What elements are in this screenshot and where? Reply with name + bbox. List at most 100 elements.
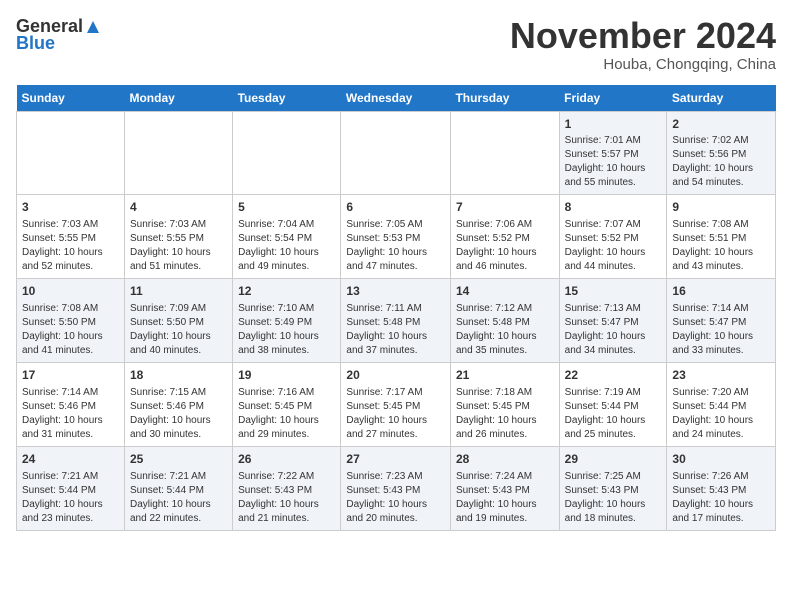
weekday-header-thursday: Thursday	[450, 85, 559, 112]
day-info: Sunrise: 7:08 AMSunset: 5:50 PMDaylight:…	[22, 302, 119, 358]
day-number: 30	[672, 451, 770, 468]
day-number: 18	[130, 367, 227, 384]
day-number: 12	[238, 283, 335, 300]
calendar-week-2: 3Sunrise: 7:03 AMSunset: 5:55 PMDaylight…	[17, 195, 776, 279]
calendar-day-cell: 24 Sunrise: 7:21 AMSunset: 5:44 PMDayligh…	[17, 446, 125, 530]
day-info: Sunrise: 7:01 AMSunset: 5:57 PMDaylight:…	[565, 134, 662, 190]
calendar-day-cell: 6Sunrise: 7:05 AMSunset: 5:53 PMDaylight…	[341, 195, 451, 279]
calendar-day-cell: 22 Sunrise: 7:19 AMSunset: 5:44 PMDayligh…	[559, 362, 667, 446]
day-info: Sunrise: 7:09 AMSunset: 5:50 PMDaylight:…	[130, 302, 227, 358]
day-number: 29	[565, 451, 662, 468]
day-info: Sunrise: 7:17 AMSunset: 5:45 PMDaylight:…	[346, 386, 445, 442]
weekday-header-friday: Friday	[559, 85, 667, 112]
page-header: General Blue November 2024 Houba, Chongq…	[16, 16, 776, 73]
day-info: Sunrise: 7:03 AMSunset: 5:55 PMDaylight:…	[130, 218, 227, 274]
day-info: Sunrise: 7:14 AMSunset: 5:47 PMDaylight:…	[672, 302, 770, 358]
calendar-day-cell: 13 Sunrise: 7:11 AMSunset: 5:48 PMDayligh…	[341, 279, 451, 363]
calendar-day-cell: 17Sunrise: 7:14 AMSunset: 5:46 PMDayligh…	[17, 362, 125, 446]
calendar-day-cell: 12 Sunrise: 7:10 AMSunset: 5:49 PMDayligh…	[233, 279, 341, 363]
logo: General Blue	[16, 16, 101, 54]
calendar-table: SundayMondayTuesdayWednesdayThursdayFrid…	[16, 85, 776, 531]
day-info: Sunrise: 7:16 AMSunset: 5:45 PMDaylight:…	[238, 386, 335, 442]
calendar-day-cell: 9 Sunrise: 7:08 AMSunset: 5:51 PMDaylight…	[667, 195, 776, 279]
calendar-day-cell: 8 Sunrise: 7:07 AMSunset: 5:52 PMDaylight…	[559, 195, 667, 279]
calendar-day-cell: 5 Sunrise: 7:04 AMSunset: 5:54 PMDaylight…	[233, 195, 341, 279]
day-info: Sunrise: 7:25 AMSunset: 5:43 PMDaylight:…	[565, 470, 662, 526]
day-number: 2	[672, 116, 770, 133]
calendar-day-cell: 25 Sunrise: 7:21 AMSunset: 5:44 PMDayligh…	[124, 446, 232, 530]
day-info: Sunrise: 7:19 AMSunset: 5:44 PMDaylight:…	[565, 386, 662, 442]
day-info: Sunrise: 7:02 AMSunset: 5:56 PMDaylight:…	[672, 134, 770, 190]
day-number: 15	[565, 283, 662, 300]
day-info: Sunrise: 7:10 AMSunset: 5:49 PMDaylight:…	[238, 302, 335, 358]
day-number: 6	[346, 199, 445, 216]
day-number: 9	[672, 199, 770, 216]
day-number: 19	[238, 367, 335, 384]
calendar-day-cell: 29 Sunrise: 7:25 AMSunset: 5:43 PMDayligh…	[559, 446, 667, 530]
day-number: 28	[456, 451, 554, 468]
day-number: 22	[565, 367, 662, 384]
day-number: 27	[346, 451, 445, 468]
day-info: Sunrise: 7:04 AMSunset: 5:54 PMDaylight:…	[238, 218, 335, 274]
calendar-day-cell: 16 Sunrise: 7:14 AMSunset: 5:47 PMDayligh…	[667, 279, 776, 363]
day-number: 1	[565, 116, 662, 133]
day-info: Sunrise: 7:14 AMSunset: 5:46 PMDaylight:…	[22, 386, 119, 442]
day-number: 24	[22, 451, 119, 468]
calendar-day-cell: 23 Sunrise: 7:20 AMSunset: 5:44 PMDayligh…	[667, 362, 776, 446]
day-info: Sunrise: 7:12 AMSunset: 5:48 PMDaylight:…	[456, 302, 554, 358]
calendar-day-cell: 26Sunrise: 7:22 AMSunset: 5:43 PMDayligh…	[233, 446, 341, 530]
calendar-day-cell: 4Sunrise: 7:03 AMSunset: 5:55 PMDaylight…	[124, 195, 232, 279]
calendar-day-cell: 27 Sunrise: 7:23 AMSunset: 5:43 PMDayligh…	[341, 446, 451, 530]
day-number: 5	[238, 199, 335, 216]
day-number: 16	[672, 283, 770, 300]
calendar-day-cell	[124, 111, 232, 195]
day-number: 7	[456, 199, 554, 216]
day-info: Sunrise: 7:07 AMSunset: 5:52 PMDaylight:…	[565, 218, 662, 274]
day-info: Sunrise: 7:13 AMSunset: 5:47 PMDaylight:…	[565, 302, 662, 358]
calendar-day-cell	[233, 111, 341, 195]
location-subtitle: Houba, Chongqing, China	[510, 56, 776, 73]
day-number: 21	[456, 367, 554, 384]
day-number: 26	[238, 451, 335, 468]
calendar-day-cell: 28 Sunrise: 7:24 AMSunset: 5:43 PMDayligh…	[450, 446, 559, 530]
calendar-day-cell: 11 Sunrise: 7:09 AMSunset: 5:50 PMDayligh…	[124, 279, 232, 363]
day-info: Sunrise: 7:11 AMSunset: 5:48 PMDaylight:…	[346, 302, 445, 358]
day-number: 25	[130, 451, 227, 468]
calendar-week-5: 24 Sunrise: 7:21 AMSunset: 5:44 PMDayligh…	[17, 446, 776, 530]
weekday-header-wednesday: Wednesday	[341, 85, 451, 112]
logo-icon	[85, 19, 101, 35]
day-info: Sunrise: 7:21 AMSunset: 5:44 PMDaylight:…	[22, 470, 119, 526]
calendar-day-cell: 30 Sunrise: 7:26 AMSunset: 5:43 PMDayligh…	[667, 446, 776, 530]
calendar-day-cell: 1Sunrise: 7:01 AMSunset: 5:57 PMDaylight…	[559, 111, 667, 195]
weekday-header-row: SundayMondayTuesdayWednesdayThursdayFrid…	[17, 85, 776, 112]
day-info: Sunrise: 7:24 AMSunset: 5:43 PMDaylight:…	[456, 470, 554, 526]
calendar-week-4: 17Sunrise: 7:14 AMSunset: 5:46 PMDayligh…	[17, 362, 776, 446]
day-info: Sunrise: 7:26 AMSunset: 5:43 PMDaylight:…	[672, 470, 770, 526]
day-number: 11	[130, 283, 227, 300]
day-number: 13	[346, 283, 445, 300]
calendar-day-cell: 21 Sunrise: 7:18 AMSunset: 5:45 PMDayligh…	[450, 362, 559, 446]
day-info: Sunrise: 7:21 AMSunset: 5:44 PMDaylight:…	[130, 470, 227, 526]
day-number: 20	[346, 367, 445, 384]
calendar-day-cell: 14 Sunrise: 7:12 AMSunset: 5:48 PMDayligh…	[450, 279, 559, 363]
calendar-day-cell	[341, 111, 451, 195]
weekday-header-tuesday: Tuesday	[233, 85, 341, 112]
day-info: Sunrise: 7:20 AMSunset: 5:44 PMDaylight:…	[672, 386, 770, 442]
calendar-day-cell	[450, 111, 559, 195]
day-info: Sunrise: 7:08 AMSunset: 5:51 PMDaylight:…	[672, 218, 770, 274]
calendar-day-cell: 19 Sunrise: 7:16 AMSunset: 5:45 PMDayligh…	[233, 362, 341, 446]
calendar-day-cell: 15 Sunrise: 7:13 AMSunset: 5:47 PMDayligh…	[559, 279, 667, 363]
day-info: Sunrise: 7:03 AMSunset: 5:55 PMDaylight:…	[22, 218, 119, 274]
day-number: 8	[565, 199, 662, 216]
month-title: November 2024	[510, 16, 776, 56]
weekday-header-monday: Monday	[124, 85, 232, 112]
calendar-week-3: 10Sunrise: 7:08 AMSunset: 5:50 PMDayligh…	[17, 279, 776, 363]
calendar-day-cell: 10Sunrise: 7:08 AMSunset: 5:50 PMDayligh…	[17, 279, 125, 363]
calendar-day-cell: 3Sunrise: 7:03 AMSunset: 5:55 PMDaylight…	[17, 195, 125, 279]
day-info: Sunrise: 7:23 AMSunset: 5:43 PMDaylight:…	[346, 470, 445, 526]
day-info: Sunrise: 7:18 AMSunset: 5:45 PMDaylight:…	[456, 386, 554, 442]
calendar-day-cell	[17, 111, 125, 195]
day-number: 23	[672, 367, 770, 384]
calendar-day-cell: 7Sunrise: 7:06 AMSunset: 5:52 PMDaylight…	[450, 195, 559, 279]
day-number: 14	[456, 283, 554, 300]
